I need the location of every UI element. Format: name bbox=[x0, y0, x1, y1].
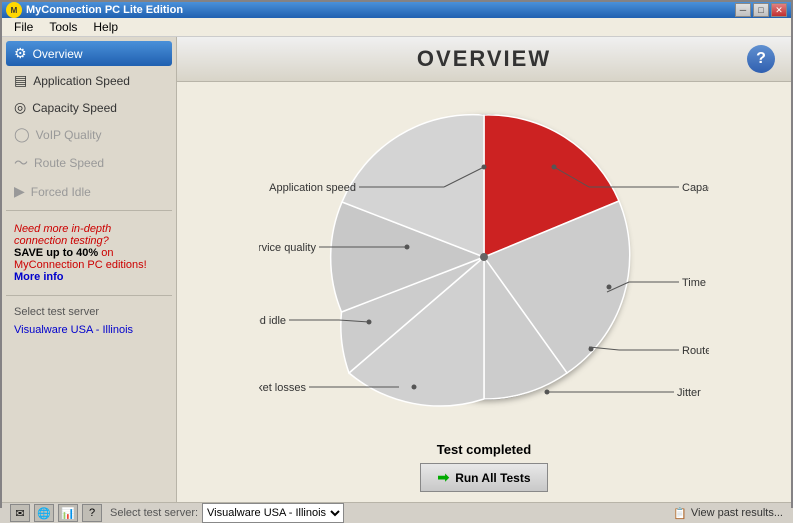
label-jitter: Jitter bbox=[677, 387, 701, 399]
server-label: Select test server: bbox=[110, 507, 198, 519]
maximize-button[interactable]: □ bbox=[753, 3, 769, 17]
window-title: MyConnection PC Lite Edition bbox=[26, 4, 183, 16]
label-packet-losses: Packet losses bbox=[259, 382, 306, 394]
test-completed-label: Test completed bbox=[437, 442, 531, 457]
sidebar-promo: Need more in-depth connection testing? S… bbox=[6, 217, 172, 289]
sidebar-item-route-speed[interactable]: 〜 Route Speed bbox=[6, 149, 172, 177]
page-title: OVERVIEW bbox=[417, 46, 551, 72]
capacity-speed-icon: ◎ bbox=[14, 99, 26, 116]
test-status: Test completed bbox=[437, 442, 531, 457]
sidebar-divider bbox=[6, 210, 172, 211]
label-application-speed: Application speed bbox=[269, 182, 356, 194]
sidebar-item-capacity-speed-label: Capacity Speed bbox=[32, 101, 117, 115]
sidebar-item-overview-label: Overview bbox=[33, 47, 83, 61]
route-speed-icon: 〜 bbox=[14, 153, 28, 173]
menu-help[interactable]: Help bbox=[85, 18, 126, 36]
right-panel: OVERVIEW ? bbox=[177, 37, 791, 502]
voip-icon: ◯ bbox=[14, 126, 30, 143]
label-route-speed: Route speed bbox=[682, 345, 709, 357]
overview-header: OVERVIEW ? bbox=[177, 37, 791, 82]
help-status-icon[interactable]: ? bbox=[82, 504, 102, 522]
label-time-variation: Time variation bbox=[682, 277, 709, 289]
promo-text: Need more in-depth connection testing? bbox=[14, 223, 111, 247]
chart-area: Application speed Capacity speed Service… bbox=[177, 82, 791, 502]
sidebar-item-voip-label: VoIP Quality bbox=[36, 128, 102, 142]
sidebar-item-forced-idle[interactable]: ▶ Forced Idle bbox=[6, 179, 172, 204]
menu-tools[interactable]: Tools bbox=[41, 18, 85, 36]
sidebar-item-forced-idle-label: Forced Idle bbox=[31, 185, 91, 199]
sidebar-item-application-speed[interactable]: ▤ Application Speed bbox=[6, 68, 172, 93]
view-past-icon: 📋 bbox=[673, 507, 687, 520]
sidebar-server-link[interactable]: Visualware USA - Illinois bbox=[6, 324, 172, 336]
promo-link[interactable]: More info bbox=[14, 271, 64, 283]
app-icon: M bbox=[6, 2, 22, 18]
sidebar-item-route-speed-label: Route Speed bbox=[34, 156, 104, 170]
globe-icon[interactable]: 🌐 bbox=[34, 504, 54, 522]
run-all-tests-button[interactable]: ➡ Run All Tests bbox=[420, 463, 547, 492]
sidebar-item-overview[interactable]: ⚙ Overview bbox=[6, 41, 172, 66]
sidebar-item-voip[interactable]: ◯ VoIP Quality bbox=[6, 122, 172, 147]
main-window: M MyConnection PC Lite Edition ─ □ ✕ Fil… bbox=[0, 0, 793, 508]
status-icons: ✉ 🌐 📊 ? bbox=[10, 504, 102, 522]
title-bar-left: M MyConnection PC Lite Edition bbox=[6, 2, 183, 18]
label-service-quality: Service quality bbox=[259, 242, 316, 254]
status-bar: ✉ 🌐 📊 ? Select test server: Visualware U… bbox=[2, 502, 791, 523]
email-icon[interactable]: ✉ bbox=[10, 504, 30, 522]
label-capacity-speed: Capacity speed bbox=[682, 182, 709, 194]
main-content: ⚙ Overview ▤ Application Speed ◎ Capacit… bbox=[2, 37, 791, 502]
sidebar-divider-2 bbox=[6, 295, 172, 296]
sidebar-item-application-speed-label: Application Speed bbox=[33, 74, 130, 88]
sidebar-item-capacity-speed[interactable]: ◎ Capacity Speed bbox=[6, 95, 172, 120]
server-select[interactable]: Visualware USA - Illinois bbox=[202, 503, 344, 523]
run-btn-label: Run All Tests bbox=[455, 471, 530, 485]
chart-icon[interactable]: 📊 bbox=[58, 504, 78, 522]
pie-chart-container: Application speed Capacity speed Service… bbox=[259, 92, 709, 442]
view-past-label: View past results... bbox=[691, 507, 783, 519]
run-icon: ➡ bbox=[437, 469, 449, 486]
close-button[interactable]: ✕ bbox=[771, 3, 787, 17]
help-button[interactable]: ? bbox=[747, 45, 775, 73]
promo-save: SAVE up to 40% bbox=[14, 247, 98, 259]
status-server: Select test server: Visualware USA - Ill… bbox=[110, 503, 665, 523]
minimize-button[interactable]: ─ bbox=[735, 3, 751, 17]
sidebar-server-label: Select test server bbox=[6, 302, 172, 322]
title-controls: ─ □ ✕ bbox=[735, 3, 787, 17]
overview-icon: ⚙ bbox=[14, 45, 27, 62]
pie-center bbox=[480, 253, 488, 261]
view-past-results[interactable]: 📋 View past results... bbox=[673, 507, 783, 520]
forced-idle-icon: ▶ bbox=[14, 183, 25, 200]
menu-bar: File Tools Help bbox=[2, 18, 791, 37]
application-speed-icon: ▤ bbox=[14, 72, 27, 89]
header-right: ? bbox=[551, 45, 775, 73]
label-tcp-forced-idle: TCP forced idle bbox=[259, 315, 286, 327]
title-bar: M MyConnection PC Lite Edition ─ □ ✕ bbox=[2, 2, 791, 18]
menu-file[interactable]: File bbox=[6, 18, 41, 36]
sidebar: ⚙ Overview ▤ Application Speed ◎ Capacit… bbox=[2, 37, 177, 502]
pie-chart: Application speed Capacity speed Service… bbox=[259, 92, 709, 422]
